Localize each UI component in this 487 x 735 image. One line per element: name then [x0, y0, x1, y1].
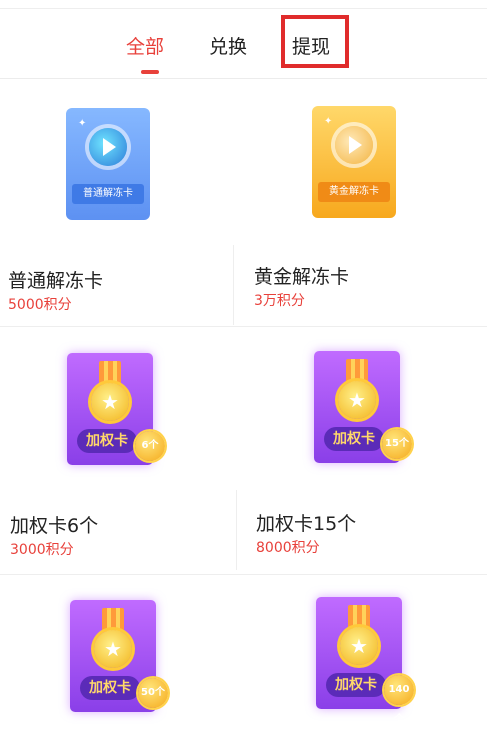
tab-all[interactable]: 全部	[126, 34, 164, 60]
product-item[interactable]: ★ 加权卡 6个 加权卡6个 3000积分	[0, 327, 233, 573]
card-art-label: 加权卡	[77, 429, 137, 453]
ribbon-icon	[348, 605, 370, 629]
card-art-label: 加权卡	[80, 676, 140, 700]
product-title: 加权卡15个	[256, 513, 357, 535]
weight-card-image: ★ 加权卡 15个	[314, 351, 412, 463]
weight-card-image: ★ 加权卡 6个	[67, 353, 165, 465]
star-icon: ★	[104, 637, 122, 661]
product-title: 普通解冻卡	[8, 270, 104, 292]
product-item[interactable]: ✦ 黄金解冻卡 黄金解冻卡 3万积分	[234, 80, 467, 325]
product-item[interactable]: ★ 加权卡 140个	[234, 575, 467, 725]
sparkle-icon: ✦	[324, 116, 333, 127]
weight-card-image: ★ 加权卡 140个	[316, 597, 414, 725]
product-item[interactable]: ✦ 普通解冻卡 普通解冻卡 5000积分	[0, 80, 233, 325]
product-item[interactable]: ★ 加权卡 50个	[0, 575, 233, 712]
card-art-label: 加权卡	[326, 673, 386, 697]
ribbon-icon	[346, 359, 368, 383]
tab-bar: 全部 兑换 提现	[0, 20, 487, 76]
ribbon-icon	[102, 608, 124, 632]
product-title: 加权卡6个	[10, 515, 99, 537]
star-icon: ★	[348, 388, 366, 412]
ribbon-icon	[99, 361, 121, 385]
header-divider	[0, 78, 487, 79]
count-badge: 15个	[382, 429, 412, 459]
play-icon	[103, 138, 116, 156]
product-price: 5000积分	[8, 297, 72, 313]
tab-exchange[interactable]: 兑换	[209, 34, 247, 60]
normal-unfreeze-card-image: ✦ 普通解冻卡	[66, 108, 150, 220]
card-art-label: 加权卡	[324, 427, 384, 451]
star-icon: ★	[101, 390, 119, 414]
count-badge: 6个	[135, 431, 165, 461]
product-price: 3000积分	[10, 542, 74, 558]
product-price: 8000积分	[256, 540, 320, 556]
play-icon	[349, 136, 362, 154]
star-icon: ★	[350, 634, 368, 658]
top-divider	[0, 8, 487, 9]
card-art-label: 普通解冻卡	[72, 184, 144, 204]
product-price: 3万积分	[254, 293, 305, 309]
active-tab-indicator	[141, 70, 159, 74]
count-badge: 50个	[138, 678, 168, 708]
product-title: 黄金解冻卡	[254, 266, 350, 288]
card-art-label: 黄金解冻卡	[318, 182, 390, 202]
product-item[interactable]: ★ 加权卡 15个 加权卡15个 8000积分	[234, 327, 467, 573]
withdraw-tab-highlight-box	[281, 15, 349, 68]
weight-card-image: ★ 加权卡 50个	[70, 600, 168, 712]
count-badge: 140个	[384, 675, 414, 725]
sparkle-icon: ✦	[78, 118, 87, 129]
gold-unfreeze-card-image: ✦ 黄金解冻卡	[312, 106, 396, 218]
